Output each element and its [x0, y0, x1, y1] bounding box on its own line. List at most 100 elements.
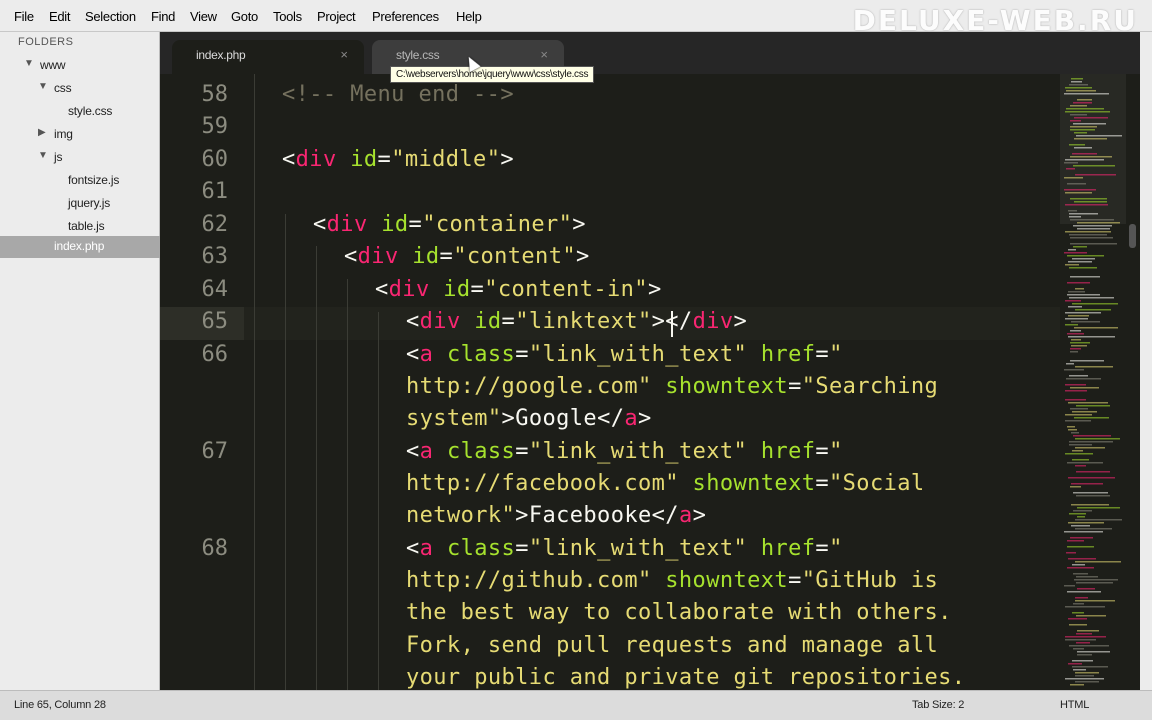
minimap-line — [1069, 375, 1088, 377]
menu-file[interactable]: File — [14, 9, 34, 24]
minimap-line — [1070, 237, 1113, 239]
minimap-line — [1070, 387, 1099, 389]
minimap-line — [1073, 102, 1092, 104]
minimap-line — [1070, 537, 1093, 539]
minimap-line — [1076, 471, 1110, 473]
minimap-line — [1065, 420, 1091, 422]
menu-find[interactable]: Find — [151, 9, 175, 24]
minimap[interactable] — [1060, 74, 1126, 690]
code-area[interactable]: <!-- Menu end --> <div id="middle"> <div… — [160, 74, 1060, 690]
menu-help[interactable]: Help — [456, 9, 482, 24]
minimap-line — [1065, 324, 1078, 326]
token: = — [515, 439, 529, 464]
minimap-line — [1071, 78, 1083, 80]
minimap-line — [1070, 276, 1100, 278]
minimap-line — [1068, 477, 1115, 479]
minimap-line — [1065, 453, 1093, 455]
vertical-scrollbar[interactable] — [1126, 74, 1140, 690]
minimap-line — [1066, 378, 1101, 380]
token: < — [313, 212, 327, 237]
token-string: "middle" — [391, 147, 501, 172]
minimap-line — [1068, 429, 1077, 431]
minimap-line — [1072, 459, 1089, 461]
token-string: "content" — [453, 244, 576, 269]
close-icon[interactable]: × — [540, 47, 548, 62]
minimap-line — [1064, 531, 1103, 533]
minimap-line — [1065, 390, 1087, 392]
scrollbar-thumb[interactable] — [1129, 224, 1136, 248]
minimap-line — [1067, 567, 1094, 569]
sidebar-item-index-php[interactable]: index.php — [0, 236, 160, 258]
sidebar-item-style-css[interactable]: style.css — [0, 101, 160, 123]
minimap-line — [1065, 318, 1088, 320]
menu-tools[interactable]: Tools — [273, 9, 302, 24]
minimap-line — [1065, 231, 1111, 233]
close-icon[interactable]: × — [340, 47, 348, 62]
sidebar-item-www[interactable]: ▼ www — [0, 55, 160, 77]
minimap-line — [1075, 681, 1099, 683]
token: > — [572, 212, 586, 237]
minimap-line — [1075, 597, 1088, 599]
minimap-line — [1076, 582, 1113, 584]
token-tag: a — [624, 406, 639, 431]
menu-goto[interactable]: Goto — [231, 9, 258, 24]
minimap-line — [1072, 411, 1097, 413]
expand-arrow-icon[interactable]: ▼ — [38, 81, 48, 92]
tab-index-php[interactable]: index.php × — [172, 40, 364, 74]
minimap-line — [1069, 624, 1087, 626]
token-attr: href — [747, 439, 816, 464]
minimap-line — [1068, 558, 1096, 560]
minimap-line — [1073, 573, 1088, 575]
minimap-line — [1069, 297, 1114, 299]
expand-arrow-icon[interactable]: ▼ — [38, 150, 48, 161]
minimap-line — [1065, 636, 1106, 638]
code-line-68-wrap: http://github.com" showntext="GitHub is — [406, 568, 938, 593]
sidebar-item-table-js[interactable]: table.js — [0, 216, 160, 238]
minimap-line — [1073, 165, 1115, 167]
minimap-line — [1070, 243, 1117, 245]
syntax-mode[interactable]: HTML — [1060, 699, 1089, 711]
menu-view[interactable]: View — [190, 9, 217, 24]
collapse-arrow-icon[interactable]: ▶ — [38, 127, 46, 138]
minimap-line — [1068, 261, 1092, 263]
menu-project[interactable]: Project — [317, 9, 356, 24]
code-line-67-wrap: network">Facebooke</a> — [406, 503, 706, 528]
minimap-line — [1070, 342, 1090, 344]
code-line-66-wrap: http://google.com" showntext="Searching — [406, 374, 938, 399]
token: = — [815, 439, 830, 464]
minimap-line — [1064, 162, 1078, 164]
menu-selection[interactable]: Selection — [85, 9, 136, 24]
sidebar-item-label: fontsize.js — [68, 173, 120, 187]
token-string: " — [829, 536, 843, 561]
token: = — [815, 471, 830, 496]
token-string: "link_with_text" — [528, 342, 748, 367]
sidebar-item-label: style.css — [68, 104, 113, 118]
sidebar-item-css[interactable]: ▼ css — [0, 78, 160, 100]
minimap-line — [1065, 300, 1081, 302]
expand-arrow-icon[interactable]: ▼ — [24, 58, 34, 69]
menu-preferences[interactable]: Preferences — [372, 9, 439, 24]
minimap-line — [1072, 564, 1085, 566]
sidebar-item-fontsize-js[interactable]: fontsize.js — [0, 170, 160, 192]
menu-edit[interactable]: Edit — [49, 9, 71, 24]
sidebar-item-img[interactable]: ▶ img — [0, 124, 160, 146]
sidebar-item-jquery-js[interactable]: jquery.js — [0, 193, 160, 215]
sidebar-item-label: index.php — [54, 239, 105, 253]
minimap-line — [1065, 384, 1086, 386]
minimap-line — [1065, 87, 1092, 89]
tab-size[interactable]: Tab Size: 2 — [912, 699, 964, 711]
sidebar-item-js[interactable]: ▼ js — [0, 147, 160, 169]
sidebar-item-label: www — [40, 58, 66, 72]
minimap-line — [1064, 369, 1084, 371]
sidebar-item-label: table.js — [68, 219, 105, 233]
token-tag: div — [357, 244, 399, 269]
token-string: "linktext" — [515, 309, 652, 334]
code-line-67-wrap: http://facebook.com" showntext="Social — [406, 471, 925, 496]
minimap-line — [1069, 444, 1092, 446]
minimap-line — [1070, 120, 1081, 122]
code-editor[interactable]: 58 59 60 61 62 63 64 65 66 67 68 <!-- Me… — [160, 74, 1140, 690]
token-attr: showntext — [678, 471, 816, 496]
minimap-line — [1074, 138, 1107, 140]
minimap-line — [1075, 447, 1105, 449]
minimap-line — [1073, 435, 1111, 437]
